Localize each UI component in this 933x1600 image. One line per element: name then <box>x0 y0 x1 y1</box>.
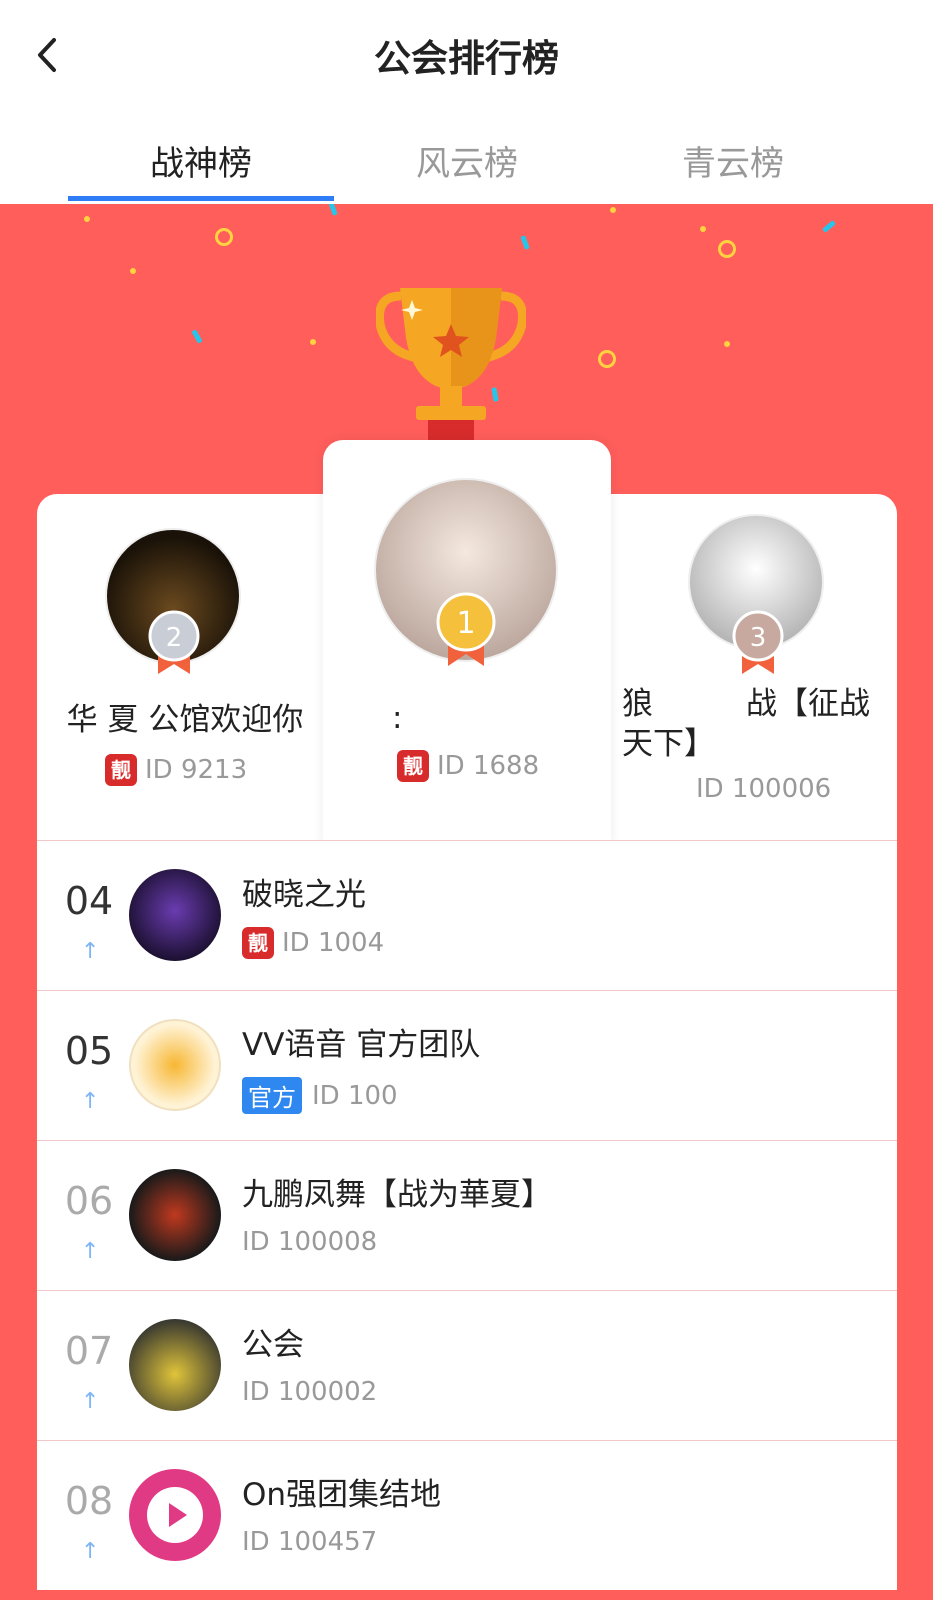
liang-badge: 靓 <box>397 750 429 782</box>
play-logo-icon <box>147 1487 203 1543</box>
bronze-medal-rank: 3 <box>750 623 767 653</box>
app-header: 公会排行榜 <box>0 0 933 112</box>
guild-avatar[interactable] <box>129 1319 221 1411</box>
official-badge: 官方 <box>242 1077 302 1114</box>
silver-medal-icon: 2 <box>148 610 200 674</box>
podium-third-name: 狼 战【征战天下】 <box>622 686 870 762</box>
liang-badge: 靓 <box>105 754 137 786</box>
confetti-dot <box>84 216 90 222</box>
ranking-list: 04 ↑ 破晓之光 靓 ID 1004 05 ↑ VV语音 官方团队 官方 ID… <box>37 840 897 1590</box>
arrow-up-icon: ↑ <box>81 939 100 964</box>
podium-second-id-text: ID 9213 <box>145 755 248 785</box>
confetti-ring <box>215 228 233 246</box>
guild-name: 破晓之光 <box>242 877 366 913</box>
confetti-dot <box>610 207 616 213</box>
guild-meta: ID 100457 <box>242 1527 377 1557</box>
guild-name: 公会 <box>242 1327 304 1363</box>
guild-meta: ID 100008 <box>242 1227 377 1257</box>
podium-first-id-text: ID 1688 <box>437 751 540 781</box>
guild-meta: 靓 ID 1004 <box>242 927 384 959</box>
guild-meta: ID 100002 <box>242 1377 377 1407</box>
rank-number: 06 <box>64 1179 114 1223</box>
trophy-icon <box>376 288 526 442</box>
arrow-up-icon: ↑ <box>81 1539 100 1564</box>
guild-meta: 官方 ID 100 <box>242 1077 398 1114</box>
confetti-dot <box>310 339 316 345</box>
silver-medal-rank: 2 <box>166 623 183 653</box>
gold-medal-rank: 1 <box>456 606 475 641</box>
confetti-ring <box>718 240 736 258</box>
bronze-medal-icon: 3 <box>732 610 784 674</box>
guild-id: ID 100008 <box>242 1227 378 1257</box>
tab-fengyun[interactable]: 风云榜 <box>334 136 600 185</box>
confetti-bar <box>328 204 338 216</box>
list-item[interactable]: 06 ↑ 九鹏凤舞【战为華夏】 ID 100008 <box>37 1140 897 1290</box>
watermark: Baidu经验 jingyan.baidu.com <box>717 1507 873 1570</box>
tab-bar: 战神榜 风云榜 青云榜 <box>0 112 933 204</box>
list-item[interactable]: 04 ↑ 破晓之光 靓 ID 1004 <box>37 840 897 990</box>
tab-active-indicator <box>68 196 334 201</box>
gold-medal-icon: 1 <box>436 592 496 666</box>
page-title: 公会排行榜 <box>374 37 559 80</box>
podium-third-id: ID 100006 <box>696 774 831 804</box>
guild-id: ID 100457 <box>242 1527 378 1557</box>
guild-avatar[interactable] <box>129 869 221 961</box>
ranking-hero: 2 华 夏 公馆欢迎你 靓 ID 9213 1 : 靓 ID 1688 3 狼 … <box>0 204 933 1600</box>
arrow-up-icon: ↑ <box>81 1389 100 1414</box>
guild-name: 九鹏凤舞【战为華夏】 <box>242 1177 552 1213</box>
arrow-up-icon: ↑ <box>81 1089 100 1114</box>
confetti-bar <box>520 235 530 250</box>
guild-avatar[interactable] <box>129 1469 221 1561</box>
rank-number: 05 <box>64 1029 114 1073</box>
guild-id: ID 100 <box>312 1080 398 1111</box>
guild-avatar[interactable] <box>129 1169 221 1261</box>
liang-badge: 靓 <box>242 927 274 959</box>
confetti-dot <box>724 341 730 347</box>
podium-second-id: 靓 ID 9213 <box>105 754 247 786</box>
confetti-bar <box>822 220 836 233</box>
watermark-url: jingyan.baidu.com <box>725 1551 873 1570</box>
rank-number: 08 <box>64 1479 114 1523</box>
confetti-dot <box>700 226 706 232</box>
guild-id: ID 1004 <box>282 928 385 958</box>
guild-id: ID 100002 <box>242 1377 378 1407</box>
rank-number: 07 <box>64 1329 114 1373</box>
podium-third-id-text: ID 100006 <box>696 774 832 804</box>
list-item[interactable]: 05 ↑ VV语音 官方团队 官方 ID 100 <box>37 990 897 1140</box>
podium-first-name: : <box>392 700 403 736</box>
guild-avatar[interactable] <box>129 1019 221 1111</box>
confetti-bar <box>191 329 203 344</box>
list-item[interactable]: 07 ↑ 公会 ID 100002 <box>37 1290 897 1440</box>
podium-first-id: 靓 ID 1688 <box>397 750 539 782</box>
arrow-up-icon: ↑ <box>81 1239 100 1264</box>
confetti-ring <box>598 350 616 368</box>
guild-name: VV语音 官方团队 <box>242 1027 481 1063</box>
confetti-dot <box>130 268 136 274</box>
rank-number: 04 <box>64 879 114 923</box>
tab-zhanshen[interactable]: 战神榜 <box>68 136 334 185</box>
guild-name: On强团集结地 <box>242 1477 442 1513</box>
watermark-text: Baidu经验 <box>716 1515 873 1550</box>
podium-second-name: 华 夏 公馆欢迎你 <box>66 702 304 738</box>
tab-qingyun[interactable]: 青云榜 <box>600 136 866 185</box>
